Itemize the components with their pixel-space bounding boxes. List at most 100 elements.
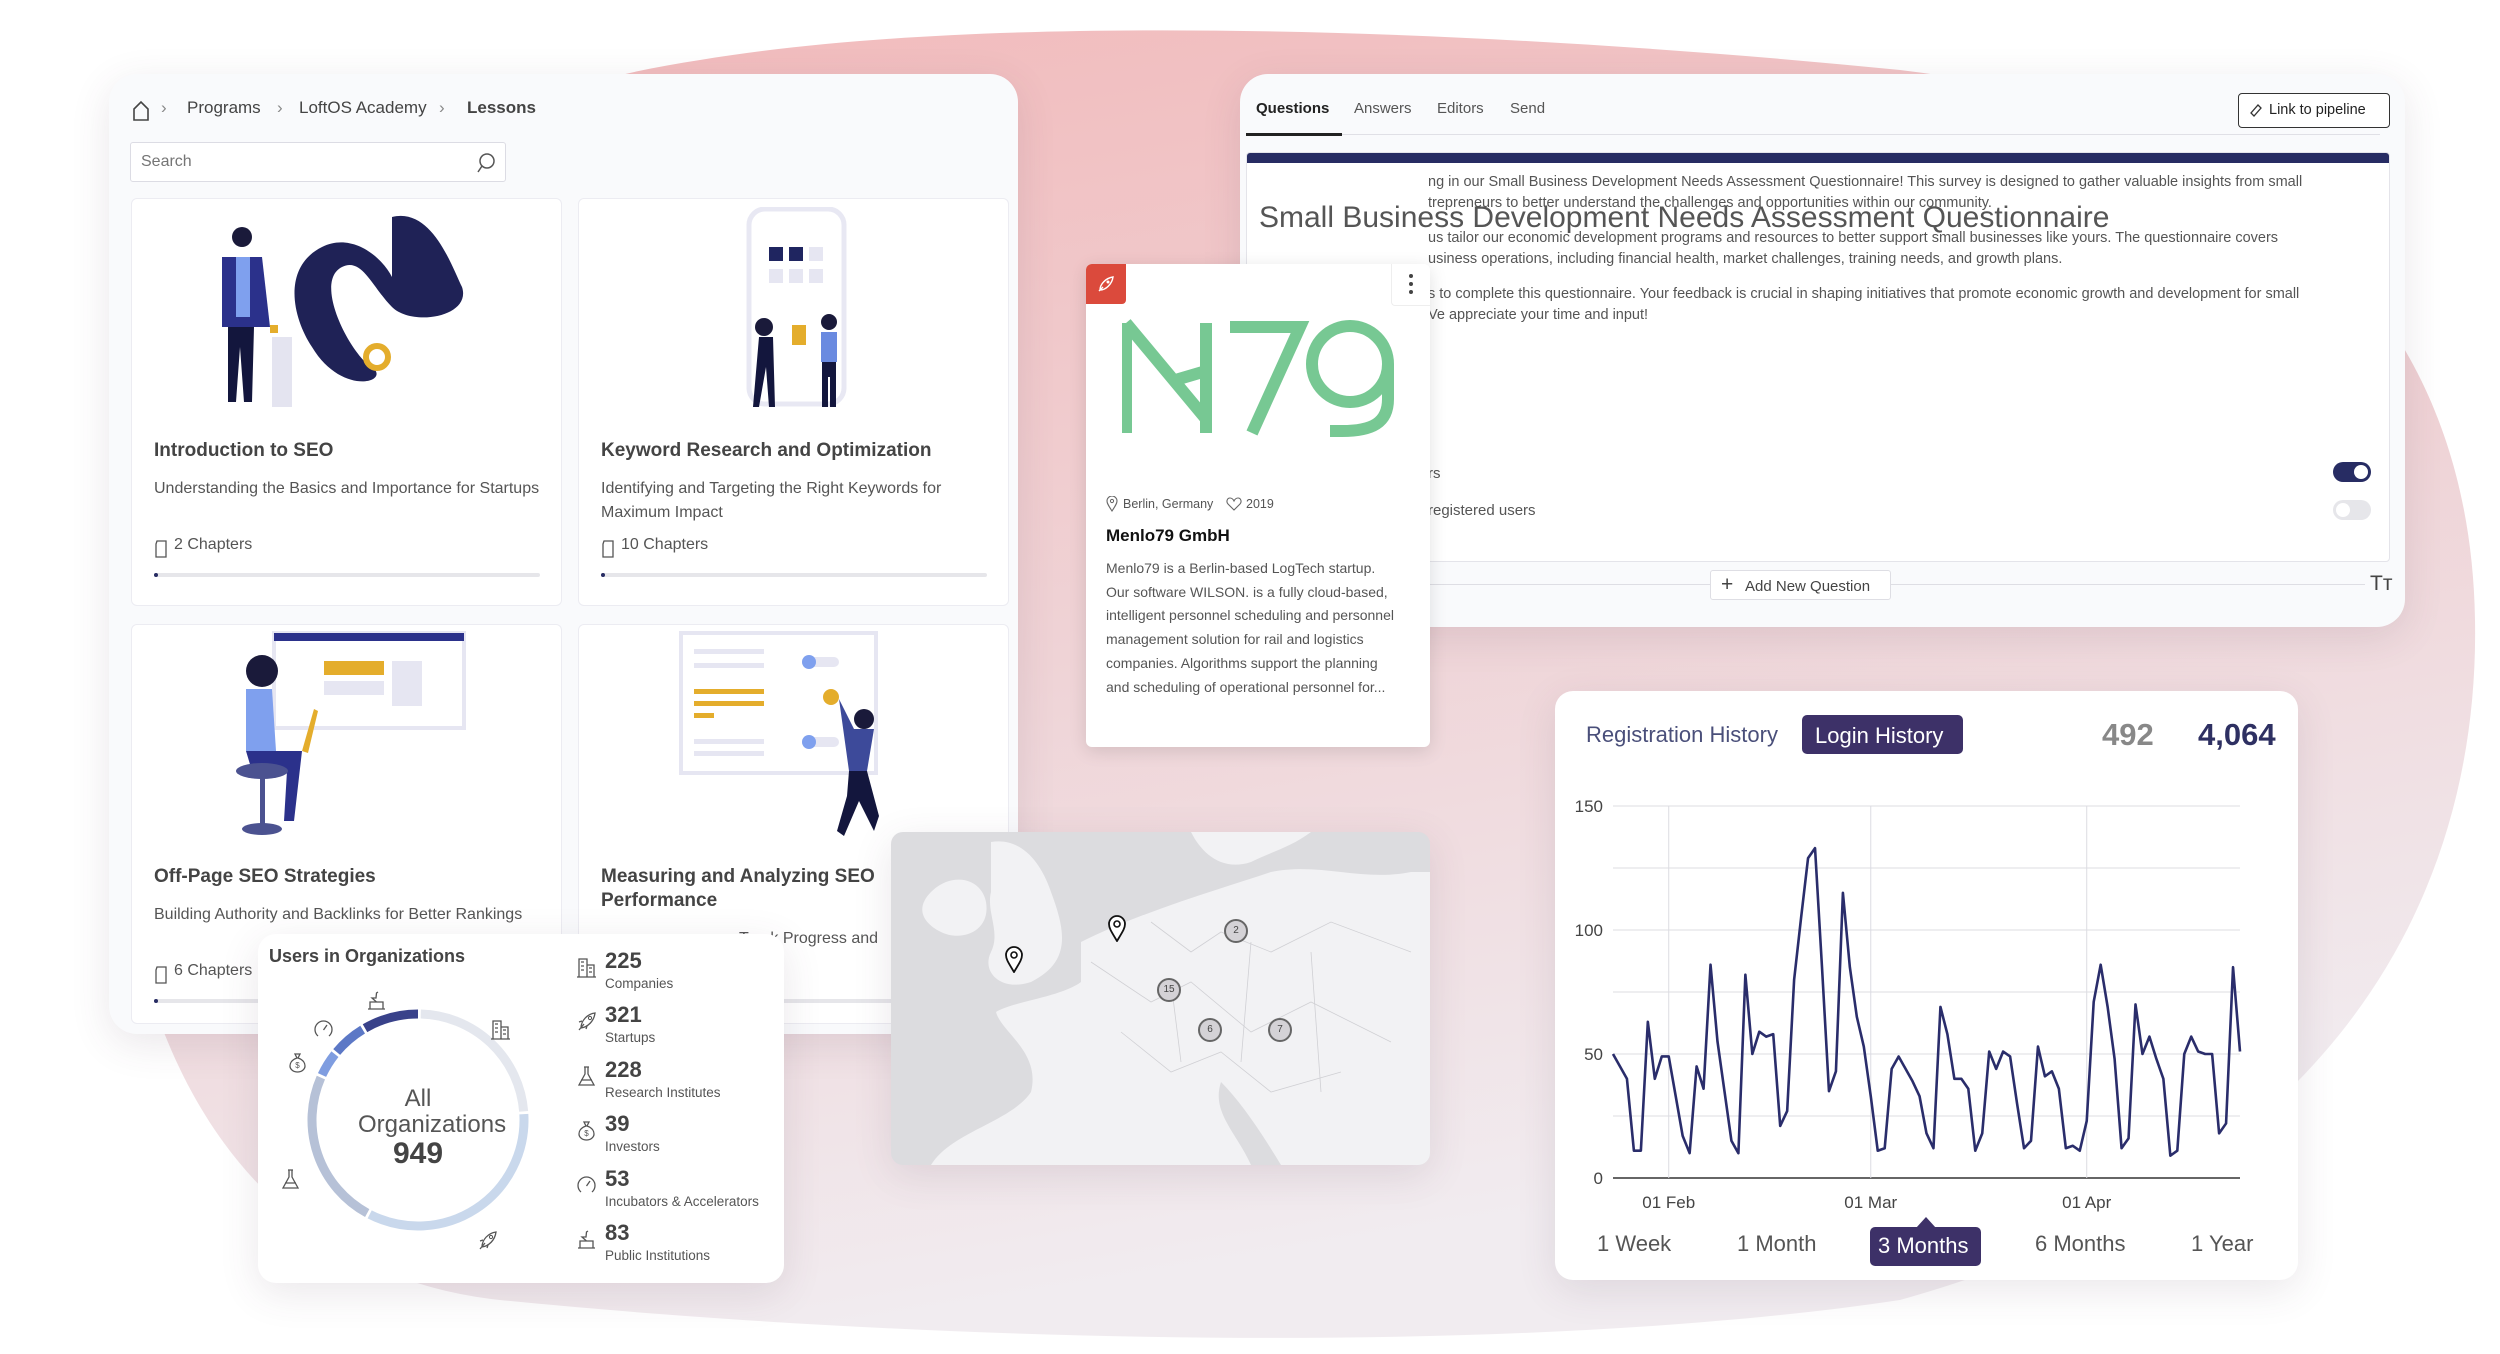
map-cluster[interactable]: 6 <box>1198 1018 1222 1042</box>
chapter-count: 2 Chapters <box>174 536 253 553</box>
header-accent-bar <box>1247 153 2389 163</box>
donut-segment[interactable] <box>362 1009 419 1033</box>
chapter-count: 6 Chapters <box>174 962 253 979</box>
stat-value: 321 <box>605 1002 642 1027</box>
toggle-switch-off[interactable] <box>2333 500 2371 520</box>
svg-text:$: $ <box>584 1129 589 1138</box>
donut-segment[interactable] <box>333 1025 366 1055</box>
range-6-months[interactable]: 6 Months <box>2035 1231 2126 1257</box>
map-pin-icon[interactable] <box>1004 945 1024 973</box>
stat-label: Public Institutions <box>605 1248 711 1263</box>
history-chart-card: Registration History Login History 492 4… <box>1555 691 2298 1280</box>
users-in-organizations-card: Users in Organizations $ All Organizatio… <box>258 934 784 1283</box>
lesson-illustration <box>236 631 466 835</box>
y-tick-label: 150 <box>1575 797 1603 816</box>
company-description: Menlo79 is a Berlin-based LogTech startu… <box>1106 560 1394 695</box>
tab-questions[interactable]: Questions <box>1256 100 1329 117</box>
toggle-label: registered users <box>1428 502 1536 519</box>
search-input[interactable] <box>141 151 441 173</box>
lesson-illustration <box>679 631 879 836</box>
stat-label: Investors <box>605 1139 660 1154</box>
lessons-panel: › Programs › LoftOS Academy › Lessons In… <box>109 74 1018 1034</box>
progress-bar <box>601 573 987 577</box>
intro-paragraph: ng in our Small Business Development Nee… <box>1428 174 2303 211</box>
lesson-subtitle: Identifying and Targeting the Right Keyw… <box>601 480 942 521</box>
gauge-icon <box>577 1176 596 1193</box>
range-3-months[interactable]: 3 Months <box>1870 1217 1981 1266</box>
tabs-divider <box>1246 134 2380 135</box>
podium-icon <box>578 1230 595 1249</box>
map-pin-icon[interactable] <box>1107 914 1127 942</box>
stat-label: Incubators & Accelerators <box>605 1194 759 1209</box>
gauge-icon <box>314 1020 333 1037</box>
breadcrumb-loftos-academy[interactable]: LoftOS Academy <box>299 98 427 118</box>
tab-answers[interactable]: Answers <box>1354 100 1412 117</box>
stat-value: 53 <box>605 1166 630 1191</box>
plus-icon: + <box>1721 573 1734 596</box>
intro-paragraph: us tailor our economic development progr… <box>1428 230 2279 267</box>
podium-icon <box>368 991 385 1010</box>
lesson-card[interactable]: Introduction to SEO Understanding the Ba… <box>131 198 562 606</box>
add-new-question-button[interactable]: + Add New Question <box>1710 570 1891 600</box>
rocket-icon <box>479 1231 497 1250</box>
range-1-week[interactable]: 1 Week <box>1597 1231 1671 1257</box>
svg-text:$: $ <box>295 1061 300 1070</box>
company-logo <box>1122 319 1394 437</box>
add-new-question-label: Add New Question <box>1745 578 1871 595</box>
tab-editors[interactable]: Editors <box>1437 100 1484 117</box>
stat-value: 83 <box>605 1220 630 1245</box>
link-to-pipeline-button[interactable]: Link to pipeline <box>2238 93 2390 128</box>
range-1-year[interactable]: 1 Year <box>2191 1231 2253 1257</box>
y-tick-label: 100 <box>1575 921 1603 940</box>
lesson-title: Off-Page SEO Strategies <box>154 866 376 887</box>
lesson-title: Introduction to SEO <box>154 440 334 461</box>
book-icon <box>155 540 167 558</box>
lesson-subtitle: Understanding the Basics and Importance … <box>154 480 540 497</box>
range-1-month[interactable]: 1 Month <box>1737 1231 1817 1257</box>
book-icon <box>155 966 167 984</box>
active-range-caret <box>1916 1217 1936 1228</box>
stat-value: 39 <box>605 1111 630 1136</box>
login-history-line-chart: 0 50 100 150 01 Feb 01 Mar 01 Apr <box>1575 797 2242 1212</box>
chevron-right-icon: › <box>161 98 167 117</box>
stat-value: 228 <box>605 1057 642 1082</box>
breadcrumb-programs[interactable]: Programs <box>187 98 261 118</box>
heart-pulse-icon <box>1226 497 1242 511</box>
x-tick-label: 01 Apr <box>2062 1193 2111 1212</box>
stat-label: Startups <box>605 1030 656 1045</box>
login-series-line <box>1611 846 2242 1157</box>
toggle-switch-on[interactable] <box>2333 462 2371 482</box>
europe-map[interactable]: 2 15 6 7 <box>891 832 1430 1165</box>
link-to-pipeline-label: Link to pipeline <box>2269 102 2366 118</box>
map-cluster[interactable]: 2 <box>1224 919 1248 943</box>
y-tick-label: 0 <box>1594 1169 1603 1188</box>
company-name: Menlo79 GmbH <box>1106 526 1230 545</box>
stat-label: Research Institutes <box>605 1085 721 1100</box>
text-format-icon[interactable]: Tт <box>2370 572 2392 596</box>
chevron-right-icon: › <box>277 98 283 117</box>
x-tick-label: 01 Feb <box>1642 1193 1695 1212</box>
stat-value: 225 <box>605 948 642 973</box>
startup-badge <box>1086 264 1126 304</box>
chevron-right-icon: › <box>439 98 445 117</box>
lesson-illustration <box>746 207 847 407</box>
donut-segment[interactable] <box>317 1051 339 1078</box>
more-options-button[interactable] <box>1391 264 1430 306</box>
home-icon[interactable] <box>131 100 151 122</box>
chapter-count: 10 Chapters <box>621 536 709 553</box>
lesson-title: Keyword Research and Optimization <box>601 440 932 461</box>
stat-label: Companies <box>605 976 674 991</box>
link-icon <box>2250 104 2262 117</box>
search-box[interactable] <box>130 142 506 182</box>
lesson-illustration <box>222 215 464 407</box>
map-cluster[interactable]: 7 <box>1268 1018 1292 1042</box>
search-icon[interactable] <box>475 151 497 175</box>
flask-icon <box>577 1066 596 1086</box>
tab-send[interactable]: Send <box>1510 100 1545 117</box>
map-cluster[interactable]: 15 <box>1157 978 1181 1002</box>
breadcrumb-lessons: Lessons <box>467 98 536 117</box>
divider <box>1430 584 2365 585</box>
company-card[interactable]: Berlin, Germany 2019 Menlo79 GmbH Menlo7… <box>1086 264 1430 747</box>
lesson-card[interactable]: Keyword Research and Optimization Identi… <box>578 198 1009 606</box>
location-pin-icon <box>1106 496 1118 512</box>
